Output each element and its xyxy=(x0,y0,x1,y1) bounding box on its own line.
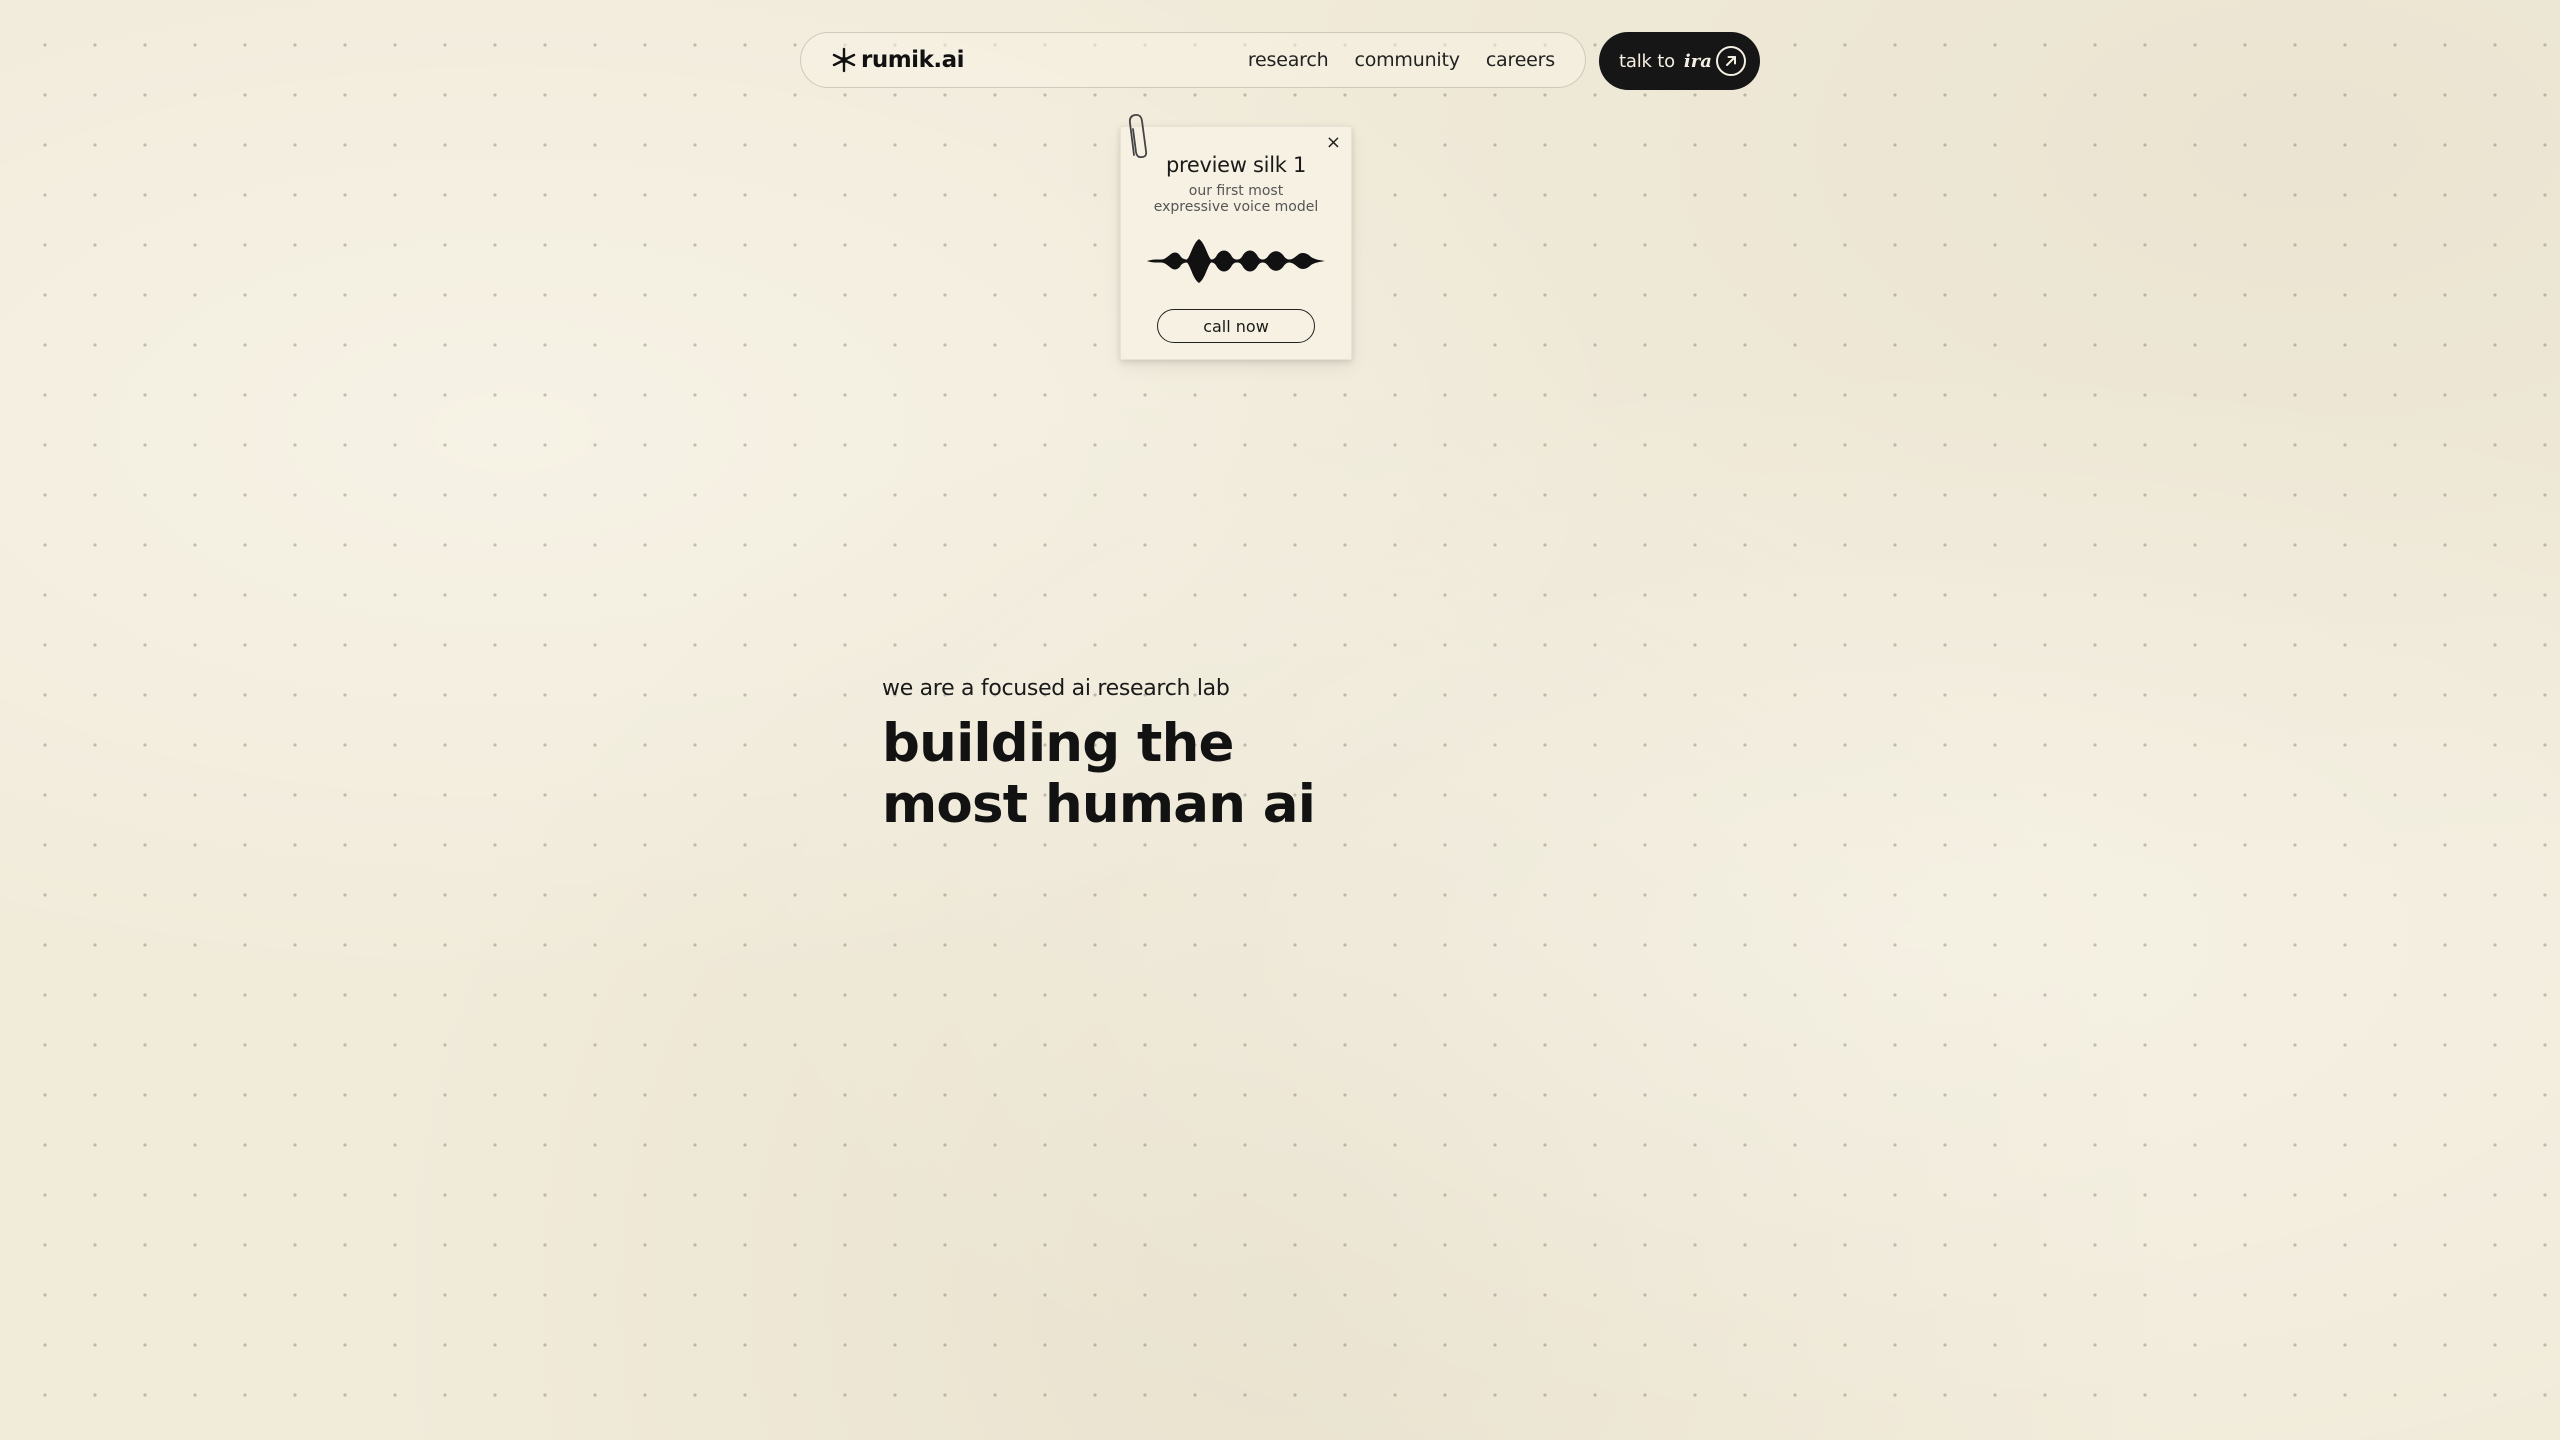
preview-note-card: × preview silk 1 our first most expressi… xyxy=(1120,113,1352,360)
hero-headline: building the most human ai xyxy=(882,713,1316,835)
hero-tagline: we are a focused ai research lab xyxy=(882,676,1230,701)
close-button[interactable]: × xyxy=(1326,134,1341,152)
logo[interactable]: rumik.ai xyxy=(831,47,965,73)
top-nav: rumik.ai research community careers xyxy=(800,32,1586,88)
talk-label: talk to xyxy=(1619,50,1675,72)
note-subtitle: our first most expressive voice model xyxy=(1153,183,1319,215)
note-title: preview silk 1 xyxy=(1165,153,1307,177)
talk-name: ira xyxy=(1683,50,1712,72)
asterisk-star-icon xyxy=(832,47,856,73)
arrow-up-right-icon xyxy=(1726,56,1736,66)
nav-link-research[interactable]: research xyxy=(1248,49,1329,71)
talk-to-ira-button[interactable]: talk to ira xyxy=(1599,32,1760,90)
nav-link-careers[interactable]: careers xyxy=(1486,49,1555,71)
nav-link-community[interactable]: community xyxy=(1354,49,1460,71)
hero-headline-line-2: most human ai xyxy=(882,774,1316,835)
arrow-up-right-circle-icon xyxy=(1716,46,1746,76)
hero-section: we are a focused ai research lab buildin… xyxy=(882,676,1316,835)
call-now-button[interactable]: call now xyxy=(1157,309,1315,343)
nav-links: research community careers xyxy=(1248,49,1555,71)
logo-text: rumik.ai xyxy=(861,47,965,73)
waveform-icon xyxy=(1147,239,1325,283)
hero-headline-line-1: building the xyxy=(882,713,1234,774)
paperclip-icon xyxy=(1128,113,1148,159)
